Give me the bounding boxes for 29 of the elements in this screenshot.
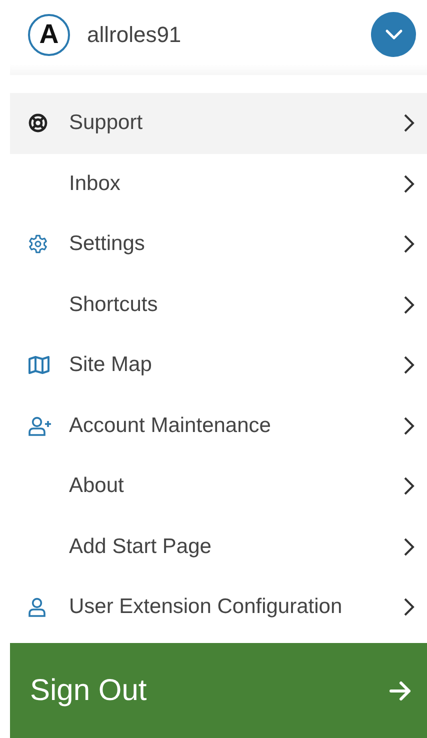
expand-button[interactable] xyxy=(371,12,416,57)
menu-item[interactable]: Inbox xyxy=(10,154,427,214)
menu-item[interactable]: Support xyxy=(10,93,427,154)
chevron-right-icon xyxy=(403,416,415,436)
chevron-right-icon xyxy=(403,174,415,194)
chevron-right-icon xyxy=(403,294,415,315)
chevron-right-icon xyxy=(403,476,415,496)
chevron-right-icon xyxy=(403,234,415,254)
user-name: allroles91 xyxy=(87,22,182,48)
user-plus-icon xyxy=(28,416,52,436)
menu-item[interactable]: Site Map xyxy=(10,335,427,396)
menu-item[interactable]: Settings xyxy=(10,214,427,274)
avatar: A xyxy=(28,14,70,56)
chevron-right-icon xyxy=(403,355,415,376)
menu-item[interactable]: About xyxy=(10,456,427,516)
arrow-right-icon xyxy=(389,680,413,702)
menu-item[interactable]: Add Start Page xyxy=(10,516,427,577)
lifebuoy-icon xyxy=(28,113,48,134)
map-icon xyxy=(28,356,50,374)
chevron-right-icon xyxy=(403,597,415,618)
menu-item[interactable]: Account Maintenance xyxy=(10,396,427,456)
sign-out-button[interactable]: Sign Out xyxy=(10,643,427,738)
chevron-down-icon xyxy=(384,28,404,40)
chevron-right-icon xyxy=(403,113,415,134)
user-icon xyxy=(28,597,46,618)
menu-item[interactable]: User Extension Configuration xyxy=(10,577,427,638)
chevron-right-icon xyxy=(403,536,415,557)
menu-item[interactable]: Shortcuts xyxy=(10,274,427,335)
gear-icon xyxy=(28,234,48,254)
